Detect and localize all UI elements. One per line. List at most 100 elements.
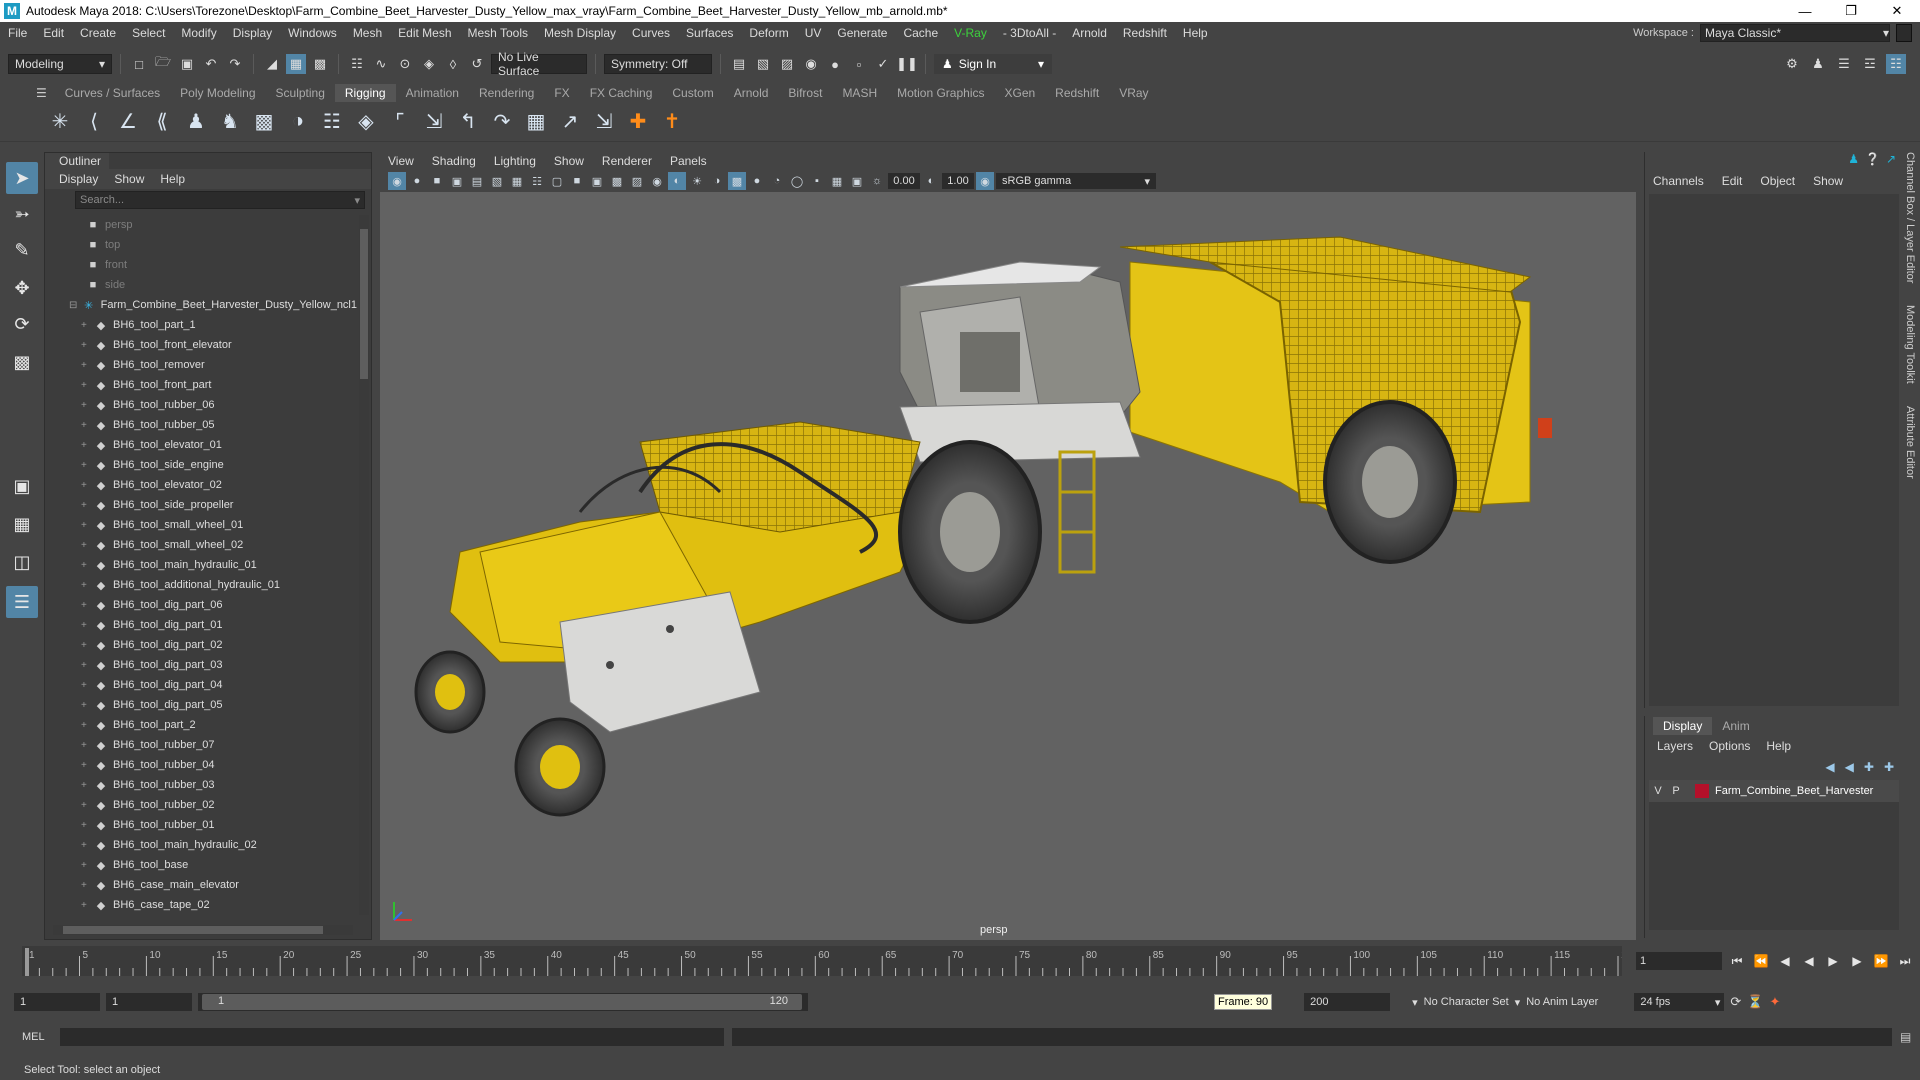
rotate-tool-icon[interactable]: ⟳ <box>6 308 38 340</box>
outliner-menu-show[interactable]: Show <box>114 172 144 186</box>
animation-prefs-icon[interactable]: ✦ <box>1769 994 1780 1010</box>
expand-toggle-icon[interactable]: + <box>81 760 93 771</box>
outliner-item[interactable]: + ◆ BH6_tool_side_propeller <box>45 495 357 515</box>
outliner-item[interactable]: + ◆ BH6_tool_elevator_01 <box>45 435 357 455</box>
outliner-item[interactable]: + ◆ BH6_tool_rubber_04 <box>45 755 357 775</box>
minimize-button[interactable]: — <box>1782 0 1828 22</box>
outliner-item[interactable]: + ◆ BH6_tool_dig_part_03 <box>45 655 357 675</box>
outliner-item[interactable]: + ◆ BH6_tool_elevator_02 <box>45 475 357 495</box>
textured-icon[interactable]: ◐ <box>668 172 686 190</box>
menu-arnold[interactable]: Arnold <box>1064 26 1115 40</box>
perspective-viewport[interactable] <box>380 192 1636 940</box>
expand-toggle-icon[interactable]: + <box>81 320 93 331</box>
create-locator-icon[interactable]: ✝ <box>658 108 686 136</box>
viewport-menu-shading[interactable]: Shading <box>432 154 476 168</box>
menu-vray[interactable]: V-Ray <box>946 26 995 40</box>
outliner-item[interactable]: + ◆ BH6_tool_dig_part_01 <box>45 615 357 635</box>
outliner-menu-display[interactable]: Display <box>59 172 98 186</box>
shelf-tab-motion-graphics[interactable]: Motion Graphics <box>887 84 994 102</box>
viewport-menu-view[interactable]: View <box>388 154 414 168</box>
channel-menu-show[interactable]: Show <box>1813 174 1843 188</box>
bookmarks-icon[interactable]: ■ <box>428 172 446 190</box>
expand-toggle-icon[interactable]: + <box>81 480 93 491</box>
outliner-camera-persp[interactable]: ■ persp <box>45 215 357 235</box>
expand-toggle-icon[interactable]: + <box>81 740 93 751</box>
current-frame-field[interactable]: 1 <box>1636 952 1722 970</box>
menu-surfaces[interactable]: Surfaces <box>678 26 741 40</box>
select-tool-icon[interactable]: ➤ <box>6 162 38 194</box>
expand-toggle-icon[interactable]: + <box>81 380 93 391</box>
depth-of-field-icon[interactable]: ▪ <box>808 172 826 190</box>
outliner-item[interactable]: + ◆ BH6_tool_rubber_05 <box>45 415 357 435</box>
select-camera-icon[interactable]: ◉ <box>388 172 406 190</box>
redo-icon[interactable]: ↷ <box>225 54 245 74</box>
snap-grid-icon[interactable]: ☷ <box>347 54 367 74</box>
layer-tab-anim[interactable]: Anim <box>1712 717 1759 735</box>
snap-view-icon[interactable]: ◈ <box>419 54 439 74</box>
layer-playback-toggle[interactable]: P <box>1667 785 1685 797</box>
select-hierarchy-icon[interactable]: ◢ <box>262 54 282 74</box>
outliner-group[interactable]: ⊟ ✳ Farm_Combine_Beet_Harvester_Dusty_Yell… <box>45 295 357 315</box>
chevron-down-icon[interactable]: ▾ <box>1515 996 1521 1009</box>
menu-edit[interactable]: Edit <box>35 26 72 40</box>
wrap-deformer-icon[interactable]: ◈ <box>352 108 380 136</box>
menu-set-select[interactable]: Modeling ▾ <box>8 54 112 74</box>
insert-joint-icon[interactable]: ⟨ <box>80 108 108 136</box>
menu-display[interactable]: Display <box>225 26 280 40</box>
expand-toggle-icon[interactable]: + <box>81 620 93 631</box>
character-controls-icon[interactable]: ♟ <box>1808 54 1828 74</box>
gate-mask-icon[interactable]: ▦ <box>828 172 846 190</box>
joint-tool-icon[interactable]: ✳ <box>46 108 74 136</box>
layer-menu-options[interactable]: Options <box>1709 739 1750 753</box>
tab-channel-box[interactable]: Channel Box / Layer Editor <box>1904 152 1916 283</box>
range-thumb[interactable] <box>202 994 802 1010</box>
field-chart-icon[interactable]: ▩ <box>608 172 626 190</box>
workspace-select[interactable]: Maya Classic* ▾ <box>1700 24 1890 42</box>
resolution-gate-icon[interactable]: ▦ <box>508 172 526 190</box>
viewport-menu-show[interactable]: Show <box>554 154 584 168</box>
channel-menu-object[interactable]: Object <box>1760 174 1795 188</box>
menu-3dtoall[interactable]: - 3DtoAll - <box>995 26 1064 40</box>
expand-toggle-icon[interactable]: + <box>81 440 93 451</box>
shelf-tab-fx[interactable]: FX <box>544 84 579 102</box>
ambient-occlusion-icon[interactable]: ● <box>748 172 766 190</box>
outliner-item[interactable]: + ◆ BH6_tool_rubber_03 <box>45 775 357 795</box>
xray-icon[interactable]: ▩ <box>728 172 746 190</box>
menu-windows[interactable]: Windows <box>280 26 345 40</box>
outliner-item[interactable]: + ◆ BH6_tool_dig_part_05 <box>45 695 357 715</box>
image-plane-icon[interactable]: ▤ <box>468 172 486 190</box>
script-editor-icon[interactable]: ▤ <box>1900 1030 1911 1044</box>
step-forward-key-icon[interactable]: ⏩ <box>1872 952 1890 970</box>
new-scene-icon[interactable]: □ <box>129 54 149 74</box>
snap-surface-icon[interactable]: ◊ <box>443 54 463 74</box>
menu-create[interactable]: Create <box>72 26 124 40</box>
time-slider[interactable]: 1 5 10 15 20 25 30 35 40 45 50 55 60 65 70 75 80 85 90 95 10… <box>22 946 1622 976</box>
outliner-item[interactable]: + ◆ BH6_tool_rubber_02 <box>45 795 357 815</box>
expand-toggle-icon[interactable]: + <box>81 460 93 471</box>
menu-mesh-tools[interactable]: Mesh Tools <box>460 26 536 40</box>
outliner-item[interactable]: + ◆ BH6_tool_rubber_06 <box>45 395 357 415</box>
menu-redshift[interactable]: Redshift <box>1115 26 1175 40</box>
expand-toggle-icon[interactable]: + <box>81 700 93 711</box>
modeling-toolkit-icon[interactable]: ⚙ <box>1782 54 1802 74</box>
exposure-icon[interactable]: ☼ <box>868 172 886 190</box>
expand-toggle-icon[interactable]: + <box>81 720 93 731</box>
gamma-icon[interactable]: ◐ <box>922 172 940 190</box>
color-management-icon[interactable]: ◉ <box>976 172 994 190</box>
film-gate-icon[interactable]: ▧ <box>488 172 506 190</box>
expand-toggle-icon[interactable]: + <box>81 600 93 611</box>
shelf-tab-mash[interactable]: MASH <box>832 84 887 102</box>
menu-modify[interactable]: Modify <box>173 26 224 40</box>
current-frame-marker[interactable] <box>25 948 29 976</box>
scroll-thumb[interactable] <box>360 229 368 379</box>
ipr-render-icon[interactable]: ▨ <box>777 54 797 74</box>
move-layer-down-icon[interactable]: ◀ <box>1845 760 1854 774</box>
menu-mesh[interactable]: Mesh <box>345 26 390 40</box>
lights-icon[interactable]: ☀ <box>688 172 706 190</box>
shelf-tab-vray[interactable]: VRay <box>1109 84 1158 102</box>
outliner-item[interactable]: + ◆ BH6_tool_small_wheel_01 <box>45 515 357 535</box>
outliner-item[interactable]: + ◆ BH6_tool_main_hydraulic_01 <box>45 555 357 575</box>
expand-toggle-icon[interactable]: + <box>81 880 93 891</box>
expand-toggle-icon[interactable]: + <box>81 340 93 351</box>
menu-select[interactable]: Select <box>124 26 173 40</box>
